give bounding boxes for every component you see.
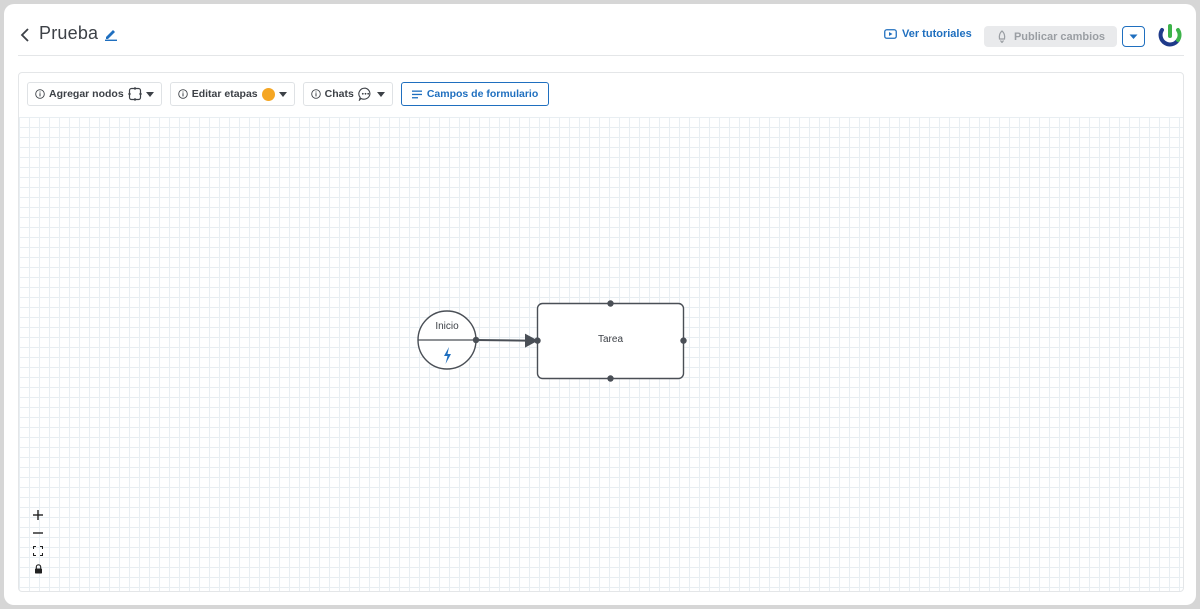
minus-icon [33, 532, 43, 534]
tutorials-link[interactable]: Ver tutoriales [884, 28, 972, 40]
publish-options-dropdown[interactable] [1122, 26, 1145, 47]
app-window: Prueba Ver tutoriales Publicar cambios A… [4, 4, 1196, 605]
info-icon [35, 89, 45, 99]
info-icon [177, 89, 188, 99]
chevron-left-icon [20, 28, 29, 42]
tutorials-label: Ver tutoriales [902, 28, 972, 40]
back-button[interactable] [18, 25, 32, 45]
chevron-down-icon [278, 91, 287, 97]
flow-editor-panel: Agregar nodos Editar etapas Chats Campos… [18, 72, 1184, 592]
lock-icon [34, 564, 42, 574]
app-logo [1158, 24, 1182, 47]
publish-button[interactable]: Publicar cambios [984, 26, 1117, 47]
chat-bubble-icon [358, 87, 371, 101]
page-header: Prueba Ver tutoriales Publicar cambios [4, 4, 1196, 56]
edit-stages-button[interactable]: Editar etapas [169, 82, 295, 106]
zoom-controls [29, 507, 47, 577]
rocket-icon [998, 30, 1006, 43]
edit-stages-label: Editar etapas [191, 88, 258, 100]
task-node[interactable]: Tarea [537, 303, 684, 379]
fit-view-button[interactable] [29, 543, 47, 559]
chevron-down-icon [145, 91, 154, 97]
chevron-down-icon [1129, 34, 1138, 39]
header-divider [18, 55, 1184, 56]
node-square-icon [127, 87, 142, 101]
stage-dot-icon [261, 87, 275, 101]
form-fields-button[interactable]: Campos de formulario [400, 82, 550, 106]
info-icon [310, 89, 321, 99]
start-node[interactable]: Inicio [417, 310, 477, 370]
editor-toolbar: Agregar nodos Editar etapas Chats Campos… [27, 82, 550, 106]
publish-label: Publicar cambios [1013, 30, 1106, 43]
zoom-out-button[interactable] [29, 525, 47, 541]
youtube-icon [884, 29, 897, 39]
form-fields-label: Campos de formulario [426, 88, 539, 100]
plus-icon [33, 510, 43, 520]
chats-label: Chats [324, 88, 354, 100]
page-title: Prueba [39, 23, 99, 43]
list-icon [411, 90, 422, 98]
add-nodes-label: Agregar nodos [49, 88, 124, 100]
pencil-icon [105, 30, 117, 41]
lock-button[interactable] [29, 561, 47, 577]
task-node-label: Tarea [597, 334, 623, 345]
zoom-in-button[interactable] [29, 507, 47, 523]
chats-button[interactable]: Chats [302, 82, 393, 106]
add-nodes-button[interactable]: Agregar nodos [27, 82, 162, 106]
start-node-label: Inicio [435, 321, 459, 332]
chevron-down-icon [376, 91, 385, 97]
edit-title-button[interactable] [104, 27, 118, 41]
fit-view-icon [33, 546, 43, 556]
